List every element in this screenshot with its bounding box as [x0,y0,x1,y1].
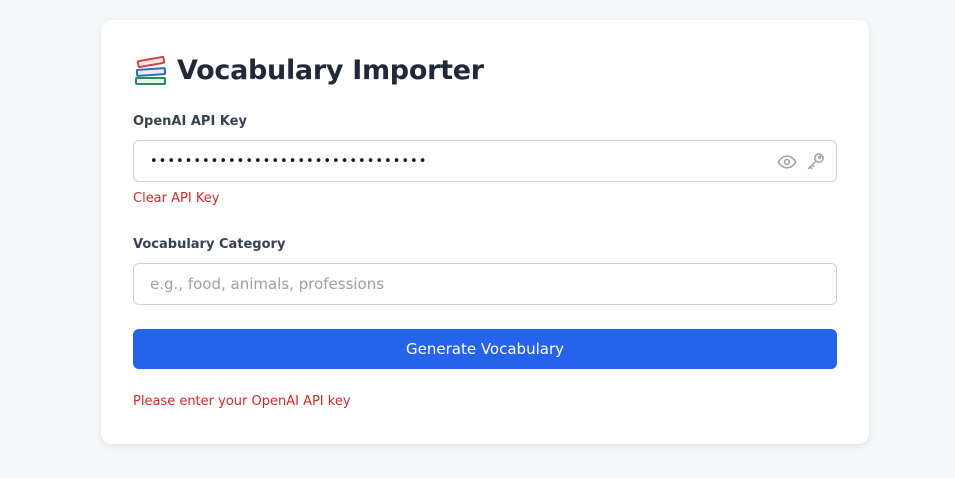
error-message: Please enter your OpenAI API key [133,394,351,409]
importer-card: Vocabulary Importer OpenAI API Key Clear… [101,20,869,444]
page-title: Vocabulary Importer [177,54,484,86]
header: Vocabulary Importer [133,52,484,88]
eye-icon[interactable] [777,152,797,172]
api-key-label: OpenAI API Key [133,114,247,129]
category-input[interactable] [150,264,820,304]
api-key-input[interactable] [150,141,770,181]
api-key-field-wrapper [133,140,837,182]
category-field-wrapper [133,263,837,305]
generate-vocabulary-button[interactable]: Generate Vocabulary [133,329,837,369]
clear-api-key-link[interactable]: Clear API Key [133,191,219,206]
key-icon[interactable] [806,151,826,171]
books-icon [135,55,167,85]
category-label: Vocabulary Category [133,237,286,252]
